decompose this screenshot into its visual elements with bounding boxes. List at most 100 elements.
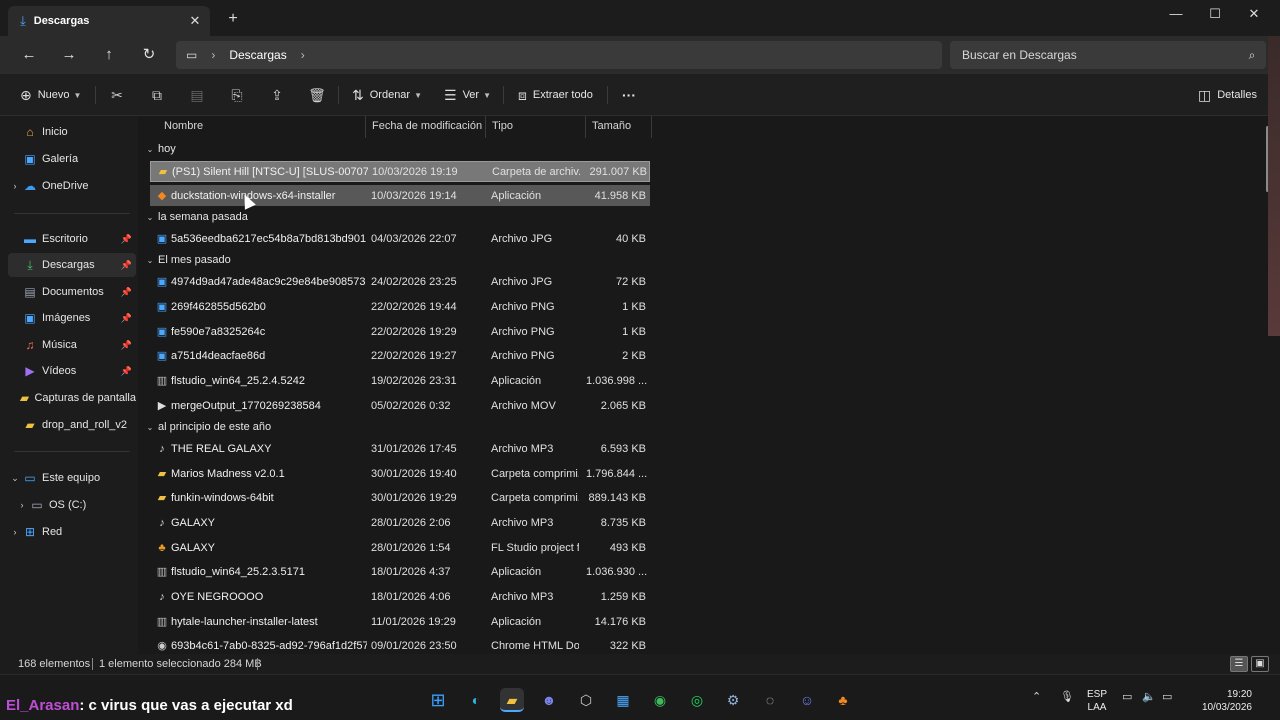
file-row[interactable]: ▥ hytale-launcher-installer-latest 11/01/2…: [150, 611, 650, 632]
group-header[interactable]: ⌄ El mes pasado: [144, 252, 231, 268]
file-name: fe590e7a8325264c: [171, 325, 266, 338]
file-row[interactable]: ▰ Marios Madness v2.0.1 30/01/2026 19:40 Ca…: [150, 463, 650, 484]
network-icon[interactable]: ▭: [1122, 690, 1132, 703]
flstudio-icon[interactable]: ♣: [831, 688, 855, 712]
file-date: 19/02/2026 23:31: [371, 374, 457, 387]
refresh-button[interactable]: ↻: [138, 44, 160, 66]
app-icon[interactable]: ◌: [758, 688, 782, 712]
tab-close-button[interactable]: ✕: [184, 13, 206, 29]
details-label: Detalles: [1217, 89, 1257, 101]
sidebar-item-galeria[interactable]: ▣ Galería: [8, 147, 136, 171]
file-row[interactable]: ◉ 693b4c61-7ab0-8325-ad92-796af1d2f579 09/…: [150, 635, 650, 654]
store-icon[interactable]: ▦: [611, 688, 635, 712]
breadcrumb-descargas[interactable]: Descargas: [229, 48, 286, 62]
file-row[interactable]: ▥ flstudio_win64_25.2.4.5242 19/02/2026 23…: [150, 370, 650, 391]
sidebar-item-descargas[interactable]: ⤓ Descargas 📌: [8, 253, 136, 277]
column-header-size[interactable]: Tamaño: [586, 116, 652, 138]
chevron-down-icon[interactable]: ⌄: [8, 473, 22, 484]
sidebar-item-drop-and-roll[interactable]: ▰ drop_and_roll_v2: [8, 413, 136, 437]
clock[interactable]: 19:20 10/03/2026: [1192, 688, 1252, 714]
spotify-icon[interactable]: ◎: [685, 688, 709, 712]
view-button[interactable]: ☰ Ver ▼: [444, 85, 491, 105]
minimize-button[interactable]: —: [1156, 4, 1196, 24]
address-bar[interactable]: ▭ › Descargas ›: [176, 41, 942, 69]
sidebar-item-musica[interactable]: ♫ Música 📌: [8, 333, 136, 357]
tiles-view-button[interactable]: ▣: [1251, 656, 1269, 672]
group-header[interactable]: ⌄ la semana pasada: [144, 209, 248, 225]
file-row[interactable]: ♣ GALAXY 28/01/2026 1:54 FL Studio project …: [150, 537, 650, 558]
details-view-button[interactable]: ☰: [1230, 656, 1248, 672]
file-row[interactable]: ◆ duckstation-windows-x64-installer 10/03/…: [150, 185, 650, 206]
new-tab-button[interactable]: +: [224, 10, 242, 28]
battery-icon[interactable]: ▭: [1162, 690, 1172, 703]
file-row[interactable]: ▥ flstudio_win64_25.2.3.5171 18/01/2026 4:…: [150, 561, 650, 582]
sort-button[interactable]: ⇅ Ordenar ▼: [352, 85, 422, 105]
back-button[interactable]: ←: [18, 44, 40, 66]
microphone-icon[interactable]: 🎙: [1060, 690, 1074, 703]
file-row[interactable]: ♪ GALAXY 28/01/2026 2:06 Archivo MP3 8.735 K…: [150, 512, 650, 533]
cut-icon[interactable]: ✂: [107, 85, 127, 105]
sidebar-item-capturas[interactable]: ▰ Capturas de pantalla: [8, 386, 136, 410]
sidebar-item-os-c[interactable]: › ▭ OS (C:): [15, 493, 136, 517]
breadcrumb-separator[interactable]: ›: [211, 48, 215, 62]
search-input[interactable]: Buscar en Descargas ⌕: [950, 41, 1266, 69]
column-header-type[interactable]: Tipo: [486, 116, 586, 138]
file-row[interactable]: ▣ 269f462855d562b0 22/02/2026 19:44 Archivo…: [150, 296, 650, 317]
file-name: mergeOutput_1770269238584: [171, 399, 321, 412]
tab-descargas[interactable]: ⤓ Descargas ✕: [8, 6, 210, 36]
maximize-button[interactable]: ☐: [1195, 4, 1235, 24]
forward-button[interactable]: →: [58, 44, 80, 66]
file-date: 22/02/2026 19:44: [371, 300, 457, 313]
app-icon[interactable]: ⬡: [574, 688, 598, 712]
taskbar: El_Arasan: c virus que vas a ejecutar xd…: [0, 674, 1280, 720]
delete-icon[interactable]: 🗑: [307, 85, 327, 105]
title-bar: ⤓ Descargas ✕ + — ☐ ✕: [0, 0, 1280, 36]
language-indicator[interactable]: ESP LAA: [1082, 688, 1112, 714]
column-header-modified[interactable]: Fecha de modificación: [366, 116, 486, 138]
up-button[interactable]: ↑: [98, 44, 120, 66]
chevron-right-icon[interactable]: ›: [15, 500, 29, 510]
teams-icon[interactable]: ☻: [537, 688, 561, 712]
sidebar-item-imagenes[interactable]: ▣ Imágenes 📌: [8, 306, 136, 330]
sidebar-item-inicio[interactable]: ⌂ Inicio: [8, 120, 136, 144]
volume-icon[interactable]: 🔈: [1142, 690, 1156, 703]
sidebar-item-onedrive[interactable]: › ☁ OneDrive: [8, 174, 136, 198]
sidebar-item-documentos[interactable]: ▤ Documentos 📌: [8, 280, 136, 304]
column-header-name[interactable]: Nombre: [158, 116, 366, 138]
rename-icon[interactable]: ⎘: [227, 85, 247, 105]
copy-icon[interactable]: ⧉: [147, 85, 167, 105]
file-row[interactable]: ▶ mergeOutput_1770269238584 05/02/2026 0:3…: [150, 395, 650, 416]
file-row[interactable]: ♪ OYE NEGROOOO 18/01/2026 4:06 Archivo MP3 1…: [150, 586, 650, 607]
paste-icon[interactable]: ▤: [187, 85, 207, 105]
sidebar-item-red[interactable]: › ⊞ Red: [8, 520, 136, 544]
sidebar-item-este-equipo[interactable]: ⌄ ▭ Este equipo: [8, 466, 136, 490]
file-row[interactable]: ▣ fe590e7a8325264c 22/02/2026 19:29 Archivo…: [150, 321, 650, 342]
file-row[interactable]: ▣ a751d4deacfae86d 22/02/2026 19:27 Archivo…: [150, 345, 650, 366]
file-row[interactable]: ♪ THE REAL GALAXY 31/01/2026 17:45 Archivo …: [150, 438, 650, 459]
group-header[interactable]: ⌄ hoy: [144, 141, 176, 157]
chrome-icon[interactable]: ◉: [648, 688, 672, 712]
sidebar-item-escritorio[interactable]: ▬ Escritorio 📌: [8, 227, 136, 251]
chevron-right-icon[interactable]: ›: [8, 527, 22, 537]
share-icon[interactable]: ⇪: [267, 85, 287, 105]
chevron-right-icon[interactable]: ›: [8, 181, 22, 191]
chevron-up-icon[interactable]: ⌃: [1032, 690, 1041, 703]
close-window-button[interactable]: ✕: [1234, 4, 1274, 24]
file-row[interactable]: ▣ 4974d9ad47ade48ac9c29e84be908573 24/02/2…: [150, 271, 650, 292]
navigation-pane: ⌂ Inicio ▣ Galería › ☁ OneDrive ▬ Escrit…: [0, 116, 138, 654]
file-row[interactable]: ▰ funkin-windows-64bit 30/01/2026 19:29 Car…: [150, 487, 650, 508]
discord-icon[interactable]: ☺: [795, 688, 819, 712]
group-header[interactable]: ⌄ al principio de este año: [144, 419, 272, 435]
file-row[interactable]: ▣ 5a536eedba6217ec54b8a7bd813bd901 04/03/2…: [150, 228, 650, 249]
extract-all-button[interactable]: ⧈ Extraer todo: [518, 85, 593, 105]
sidebar-item-videos[interactable]: ▶ Vídeos 📌: [8, 359, 136, 383]
file-row[interactable]: ▰ (PS1) Silent Hill [NTSC-U] [SLUS-00707]…: [150, 161, 650, 182]
more-options-button[interactable]: ···: [622, 85, 636, 105]
edge-icon[interactable]: ◐: [464, 688, 488, 712]
file-explorer-icon[interactable]: ▰: [500, 688, 524, 712]
details-button[interactable]: ◫ Detalles: [1198, 85, 1257, 105]
breadcrumb-separator[interactable]: ›: [301, 48, 305, 62]
start-icon[interactable]: ⊞: [426, 688, 450, 712]
steam-icon[interactable]: ⚙: [721, 688, 745, 712]
new-button[interactable]: ⊕ Nuevo ▼: [20, 85, 81, 105]
